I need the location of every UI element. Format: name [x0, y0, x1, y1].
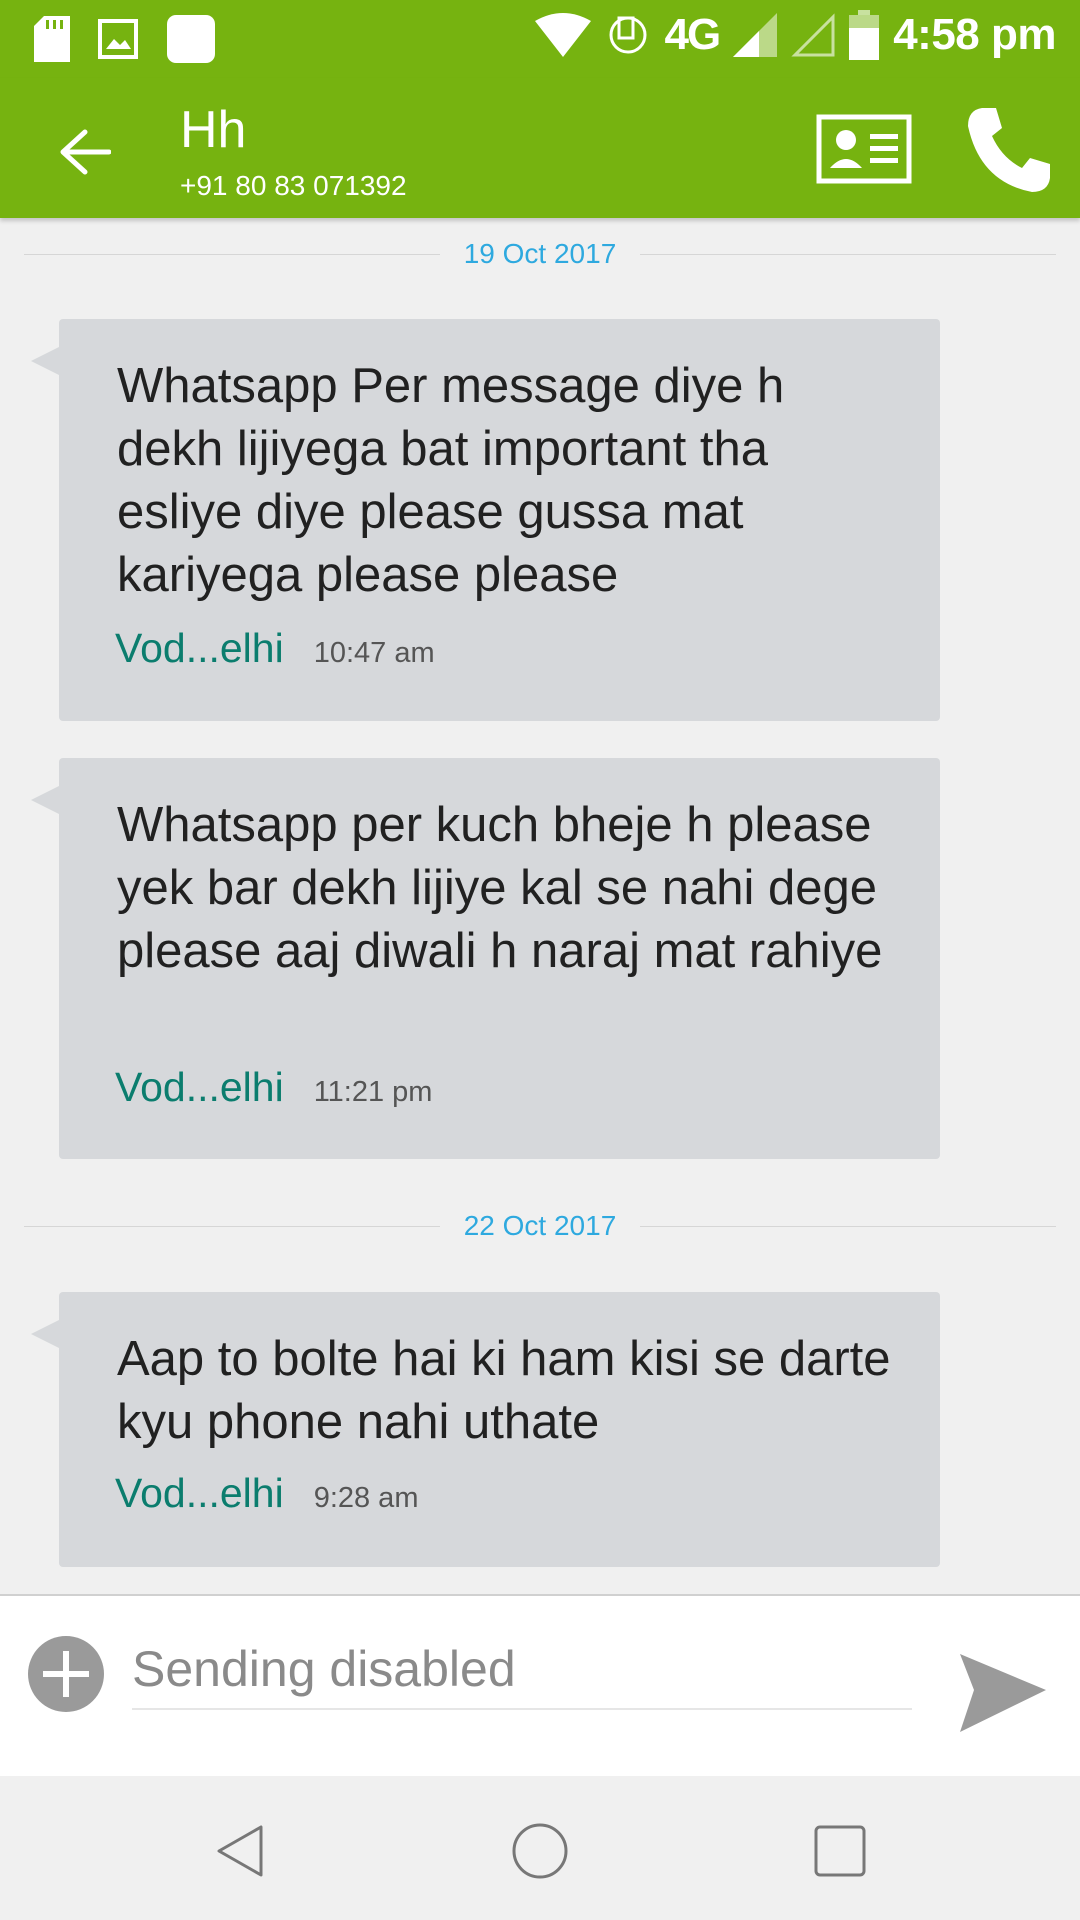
nav-recents-button[interactable]	[795, 1806, 885, 1896]
contact-card-icon	[816, 114, 912, 184]
nav-home-icon	[512, 1823, 568, 1879]
date-separator: 19 Oct 2017	[24, 234, 1056, 274]
message-list[interactable]: 19 Oct 2017 Whatsapp Per message diye h …	[0, 218, 1080, 1594]
system-indicators: 4G 4:58 pm	[534, 10, 1056, 60]
clock: 4:58 pm	[893, 10, 1056, 59]
message-bubble[interactable]: Whatsapp per kuch bheje h please yek bar…	[31, 758, 940, 1159]
message-input[interactable]	[132, 1630, 912, 1710]
nav-home-button[interactable]	[495, 1806, 585, 1896]
call-button[interactable]	[960, 102, 1056, 198]
message-meta: Vod...elhi 10:47 am	[115, 625, 435, 672]
battery-icon	[849, 10, 880, 60]
notification-icons	[34, 14, 216, 64]
date-label: 22 Oct 2017	[463, 1210, 617, 1241]
message-text: Whatsapp Per message diye h dekh lijiyeg…	[117, 359, 785, 602]
nav-back-icon	[217, 1825, 263, 1877]
message-bubble[interactable]: Aap to bolte hai ki ham kisi se darte ky…	[31, 1292, 940, 1567]
app-notification-icon	[167, 15, 215, 63]
contact-details-button[interactable]	[816, 114, 912, 184]
signal-icon	[733, 13, 778, 57]
back-arrow-icon	[60, 129, 111, 175]
phone-icon	[968, 108, 1050, 192]
sim-label: Vod...elhi	[115, 625, 284, 671]
data-sync-icon	[609, 16, 646, 54]
send-button[interactable]	[954, 1648, 1050, 1738]
message-time: 11:21 pm	[313, 1076, 433, 1108]
message-text: Whatsapp per kuch bheje h please yek bar…	[117, 798, 883, 978]
message-time: 10:47 am	[313, 637, 435, 669]
compose-bar	[0, 1594, 1080, 1776]
nav-back-button[interactable]	[196, 1806, 286, 1896]
message-bubble[interactable]: Whatsapp Per message diye h dekh lijiyeg…	[31, 319, 940, 721]
sd-card-icon	[34, 16, 70, 62]
navigation-bar	[0, 1776, 1080, 1920]
add-attachment-button[interactable]	[28, 1636, 104, 1712]
app-bar: Hh +91 80 83 071392	[0, 78, 1080, 218]
message-meta: Vod...elhi 11:21 pm	[115, 1064, 432, 1111]
nav-recents-icon	[814, 1825, 866, 1877]
contact-number: +91 80 83 071392	[180, 170, 407, 201]
back-button[interactable]	[40, 112, 130, 192]
wifi-icon	[534, 13, 591, 57]
sim-label: Vod...elhi	[115, 1064, 284, 1110]
status-bar: 4G 4:58 pm	[0, 0, 1080, 78]
date-label: 19 Oct 2017	[463, 238, 617, 269]
date-separator: 22 Oct 2017	[24, 1206, 1056, 1246]
message-time: 9:28 am	[313, 1482, 419, 1514]
message-meta: Vod...elhi 9:28 am	[115, 1470, 418, 1517]
message-text: Aap to bolte hai ki ham kisi se darte ky…	[117, 1332, 891, 1449]
network-type: 4G	[664, 10, 722, 59]
gallery-icon	[98, 19, 138, 59]
contact-name: Hh	[180, 101, 247, 159]
sim-label: Vod...elhi	[115, 1470, 284, 1516]
send-icon	[960, 1654, 1046, 1732]
signal-empty-icon	[791, 13, 835, 57]
